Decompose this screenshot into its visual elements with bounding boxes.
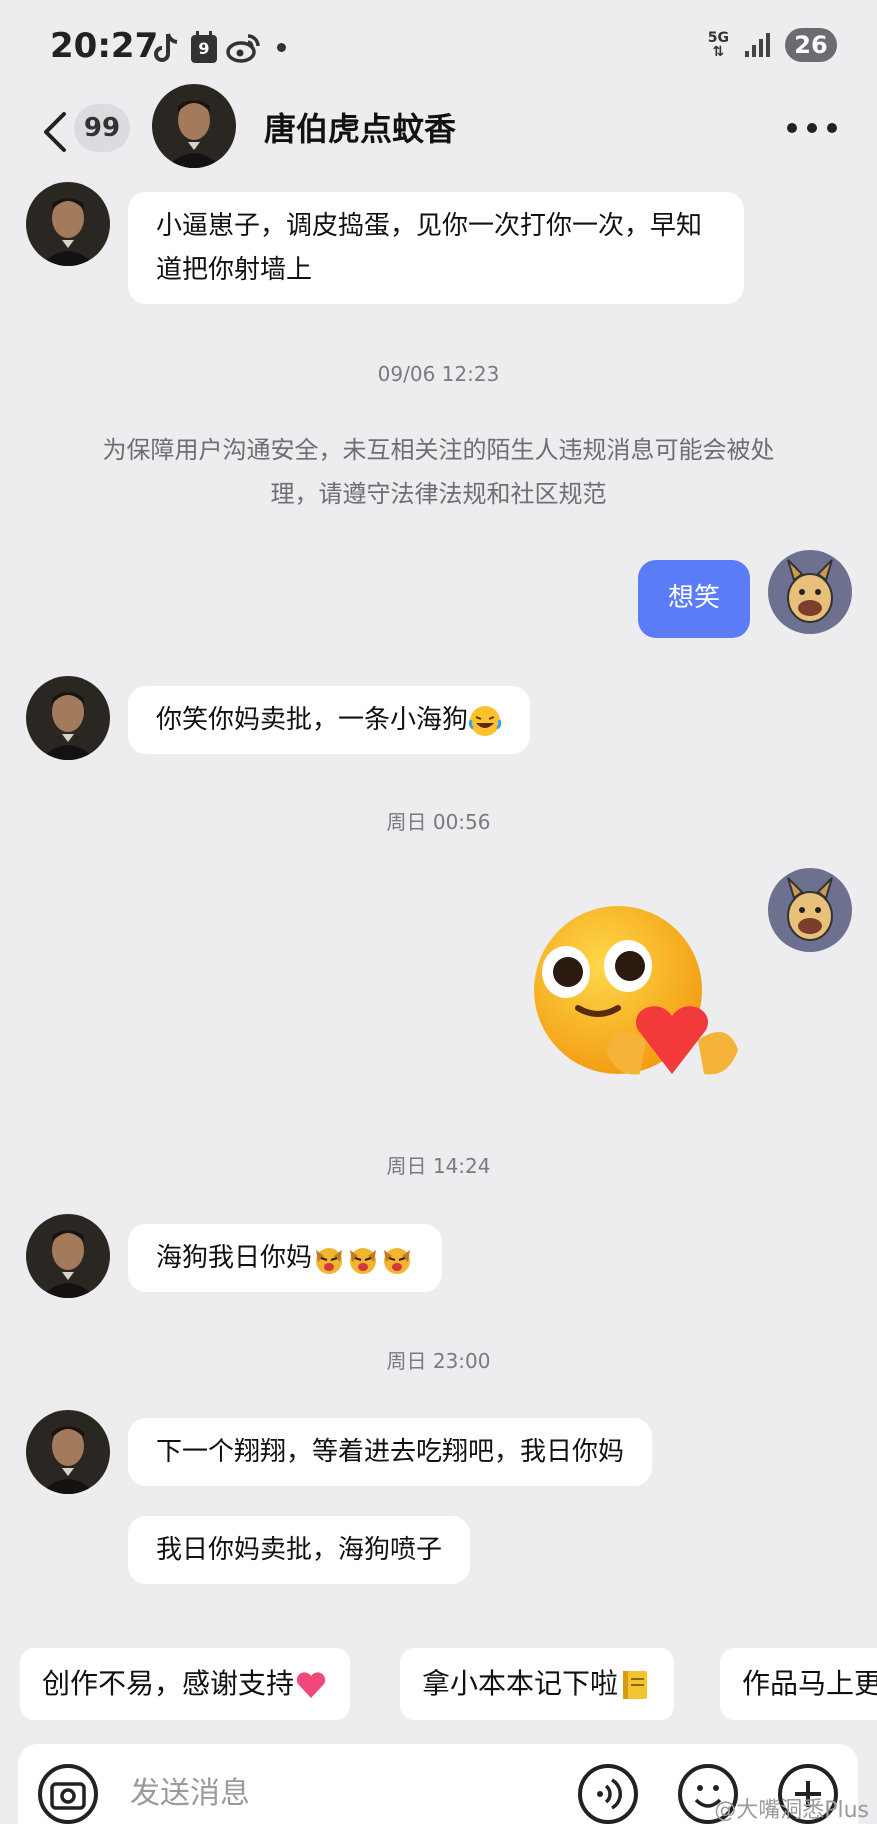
- heart-emoji-icon: [296, 1672, 326, 1698]
- contact-avatar[interactable]: [26, 676, 110, 760]
- timestamp: 周日 23:00: [386, 1349, 491, 1373]
- message-bubble: 我日你妈卖批，海狗喷子: [128, 1516, 471, 1584]
- my-avatar[interactable]: [768, 868, 852, 952]
- clock: 20:27: [50, 26, 159, 66]
- notebook-emoji-icon: [623, 1671, 648, 1699]
- message-bubble: 你笑你妈卖批，一条小海狗: [128, 686, 531, 754]
- smiley-holding-heart-sticker: [534, 906, 738, 1075]
- quick-reply-chip[interactable]: 拿小本本记下啦: [400, 1648, 675, 1720]
- quick-reply-chip[interactable]: 作品马上更: [720, 1648, 877, 1720]
- dot-icon: [277, 43, 286, 52]
- tiktok-icon: [154, 33, 178, 62]
- status-bar: 20:27 9 5G ⇅ 26: [0, 0, 877, 96]
- camera-icon[interactable]: [38, 1764, 98, 1824]
- back-arrow-icon[interactable]: [40, 110, 70, 154]
- my-avatar[interactable]: [768, 550, 852, 634]
- battery-indicator: 26: [785, 28, 837, 62]
- voice-message-icon[interactable]: [578, 1764, 638, 1824]
- network-indicator: 5G ⇅: [707, 30, 729, 60]
- angry-dog-emoji-icon: [316, 1247, 343, 1274]
- weibo-icon: [226, 34, 260, 63]
- angry-dog-emoji-icon: [384, 1247, 411, 1274]
- unread-badge: 99: [74, 104, 130, 152]
- timestamp: 周日 00:56: [386, 810, 491, 834]
- watermark: @大嘴洞悉Plus: [714, 1798, 869, 1823]
- timestamp: 09/06 12:23: [377, 362, 500, 386]
- contact-avatar[interactable]: [26, 182, 110, 266]
- signal-icon: [745, 33, 770, 57]
- message-bubble: 海狗我日你妈: [128, 1224, 443, 1292]
- message-input[interactable]: [130, 1768, 570, 1818]
- angry-dog-emoji-icon: [350, 1247, 377, 1274]
- contact-avatar[interactable]: [26, 1214, 110, 1298]
- contact-avatar[interactable]: [152, 84, 236, 168]
- safety-notice: 为保障用户沟通安全，未互相关注的陌生人违规消息可能会被处理，请遵守法律法规和社区…: [102, 436, 775, 508]
- message-bubble: 下一个翔翔，等着进去吃翔吧，我日你妈: [128, 1418, 653, 1486]
- contact-avatar[interactable]: [26, 1410, 110, 1494]
- message-bubble: 小逼崽子，调皮捣蛋，见你一次打你一次，早知道把你射墙上: [128, 192, 744, 304]
- contact-name: 唐伯虎点蚊香: [264, 110, 457, 148]
- more-options-icon[interactable]: [787, 118, 837, 138]
- my-message-bubble: 想笑: [638, 560, 750, 638]
- laughing-crying-emoji-icon: [468, 705, 502, 736]
- chat-header: 99 唐伯虎点蚊香: [0, 84, 877, 184]
- timestamp: 周日 14:24: [386, 1154, 491, 1178]
- quick-reply-chip[interactable]: 创作不易，感谢支持: [20, 1648, 351, 1720]
- calendar-icon: 9: [190, 30, 218, 66]
